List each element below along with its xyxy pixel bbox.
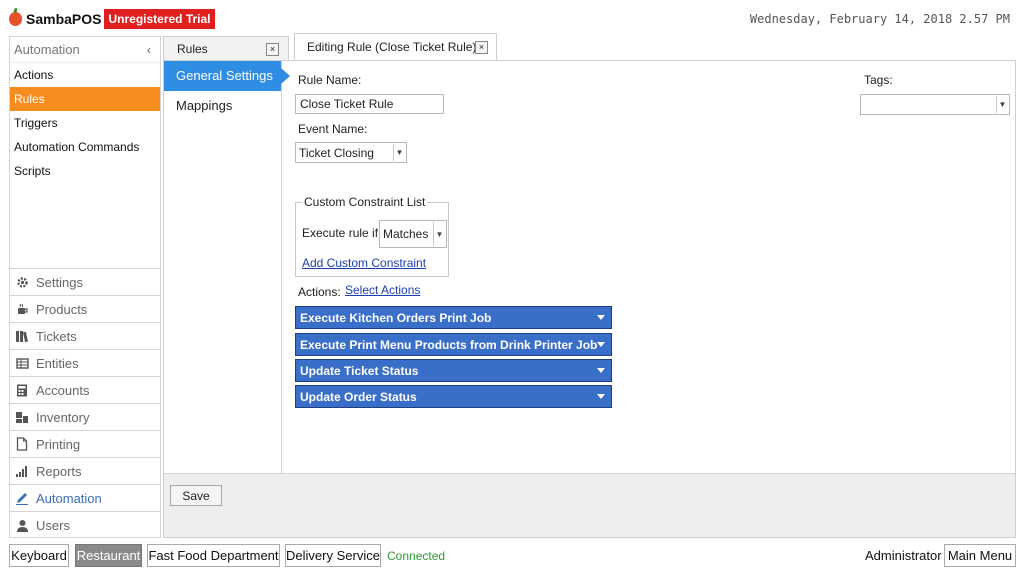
bar-chart-icon: [15, 464, 29, 478]
gear-icon: [15, 275, 29, 289]
nav-item-triggers[interactable]: Triggers: [10, 111, 160, 135]
add-custom-constraint-link[interactable]: Add Custom Constraint: [302, 256, 426, 270]
dropdown-caret-icon[interactable]: [597, 342, 605, 347]
action-item[interactable]: Execute Print Menu Products from Drink P…: [295, 333, 612, 356]
custom-constraint-group: Custom Constraint List Execute rule if M…: [295, 195, 449, 277]
action-item[interactable]: Update Order Status: [295, 385, 612, 408]
section-printing[interactable]: Printing: [10, 430, 160, 457]
select-actions-link[interactable]: Select Actions: [345, 283, 420, 297]
nav-item-automation-commands[interactable]: Automation Commands: [10, 135, 160, 159]
section-label: Entities: [36, 355, 79, 371]
table-icon: [15, 356, 29, 370]
execute-rule-label: Execute rule if: [302, 226, 379, 240]
action-label: Execute Print Menu Products from Drink P…: [300, 337, 598, 352]
section-label: Products: [36, 301, 88, 317]
section-reports[interactable]: Reports: [10, 457, 160, 484]
books-icon: [15, 329, 29, 343]
calculator-icon: [15, 383, 29, 397]
rule-name-label: Rule Name:: [298, 73, 362, 87]
pen-icon: [15, 491, 29, 505]
section-settings[interactable]: Settings: [10, 268, 160, 295]
fast-food-department-button[interactable]: Fast Food Department: [147, 544, 280, 567]
nav-item-actions[interactable]: Actions: [10, 63, 160, 87]
section-products[interactable]: Products: [10, 295, 160, 322]
section-label: Reports: [36, 463, 82, 479]
section-label: Settings: [36, 274, 83, 290]
app-header: SambaPOS Unregistered Trial Wednesday, F…: [0, 0, 1024, 36]
workspace: Rules × Editing Rule (Close Ticket Rule)…: [163, 33, 1016, 538]
tab-label: Rules: [177, 41, 208, 56]
delivery-service-button[interactable]: Delivery Service: [285, 544, 381, 567]
tags-select[interactable]: ▼: [860, 94, 1010, 115]
section-label: Automation: [36, 490, 102, 506]
event-name-value: Ticket Closing: [299, 145, 374, 160]
event-name-label: Event Name:: [298, 122, 368, 136]
datetime-display: Wednesday, February 14, 2018 2.57 PM: [749, 12, 1010, 26]
tab-label: Editing Rule (Close Ticket Rule): [307, 40, 477, 54]
action-item[interactable]: Update Ticket Status: [295, 359, 612, 382]
automation-section-header[interactable]: Automation ‹: [10, 37, 160, 63]
collapse-chevron-icon[interactable]: ‹: [147, 43, 151, 57]
section-label: Printing: [36, 436, 81, 452]
tab-general-settings[interactable]: General Settings: [164, 61, 290, 91]
chevron-down-icon: ▼: [393, 144, 405, 161]
save-button[interactable]: Save: [170, 485, 222, 506]
rule-editor: General Settings Mappings Rule Name: Clo…: [163, 60, 1016, 538]
keyboard-button[interactable]: Keyboard: [9, 544, 69, 567]
automation-section-title: Automation: [14, 42, 80, 57]
tags-label: Tags:: [864, 73, 893, 87]
action-label: Execute Kitchen Orders Print Job: [300, 310, 492, 325]
tab-mappings[interactable]: Mappings: [164, 91, 281, 121]
section-list: Settings Products Tickets Entities Accou…: [10, 268, 160, 538]
section-label: Accounts: [36, 382, 90, 398]
action-item[interactable]: Execute Kitchen Orders Print Job: [295, 306, 612, 329]
coffee-cup-icon: [15, 302, 29, 316]
constraint-group-legend: Custom Constraint List: [302, 195, 428, 209]
execute-rule-select[interactable]: Matches ▼: [379, 220, 447, 248]
section-entities[interactable]: Entities: [10, 349, 160, 376]
restaurant-button[interactable]: Restaurant: [75, 544, 142, 567]
chevron-down-icon: ▼: [433, 222, 445, 246]
dropdown-caret-icon[interactable]: [597, 394, 605, 399]
status-footer: Keyboard Restaurant Fast Food Department…: [0, 542, 1024, 570]
action-label: Update Ticket Status: [300, 363, 419, 378]
close-icon[interactable]: ×: [475, 41, 488, 54]
current-user: Administrator: [865, 548, 942, 563]
execute-rule-value: Matches: [383, 227, 429, 241]
app-name: SambaPOS: [26, 11, 102, 27]
tab-editing-rule[interactable]: Editing Rule (Close Ticket Rule) ×: [294, 33, 497, 60]
vertical-tabs: General Settings Mappings: [164, 61, 290, 473]
user-icon: [15, 518, 29, 532]
section-accounts[interactable]: Accounts: [10, 376, 160, 403]
boxes-icon: [15, 410, 29, 424]
section-label: Inventory: [36, 409, 90, 425]
section-inventory[interactable]: Inventory: [10, 403, 160, 430]
chevron-down-icon: ▼: [996, 96, 1008, 113]
section-automation[interactable]: Automation: [10, 484, 160, 511]
connection-status: Connected: [387, 549, 446, 563]
close-icon[interactable]: ×: [266, 43, 279, 56]
rule-name-input[interactable]: Close Ticket Rule: [295, 94, 444, 114]
dropdown-caret-icon[interactable]: [597, 368, 605, 373]
dropdown-caret-icon[interactable]: [597, 315, 605, 320]
section-label: Tickets: [36, 328, 77, 344]
document-icon: [15, 437, 29, 451]
nav-item-rules[interactable]: Rules: [10, 87, 160, 111]
action-label: Update Order Status: [300, 389, 417, 404]
left-navigation: Automation ‹ Actions Rules Triggers Auto…: [9, 36, 161, 538]
main-menu-button[interactable]: Main Menu: [944, 544, 1016, 567]
section-label: Users: [36, 517, 70, 533]
trial-badge: Unregistered Trial: [104, 9, 215, 29]
tomato-logo-icon: [9, 12, 22, 26]
app-logo: SambaPOS Unregistered Trial: [9, 9, 215, 29]
general-settings-form: Rule Name: Close Ticket Rule Event Name:…: [295, 61, 1015, 473]
actions-label: Actions:: [298, 285, 341, 299]
section-tickets[interactable]: Tickets: [10, 322, 160, 349]
nav-item-scripts[interactable]: Scripts: [10, 159, 160, 183]
section-users[interactable]: Users: [10, 511, 160, 538]
tab-rules[interactable]: Rules ×: [163, 36, 289, 60]
event-name-select[interactable]: Ticket Closing ▼: [295, 142, 407, 163]
editor-footer: Save: [164, 473, 1015, 537]
